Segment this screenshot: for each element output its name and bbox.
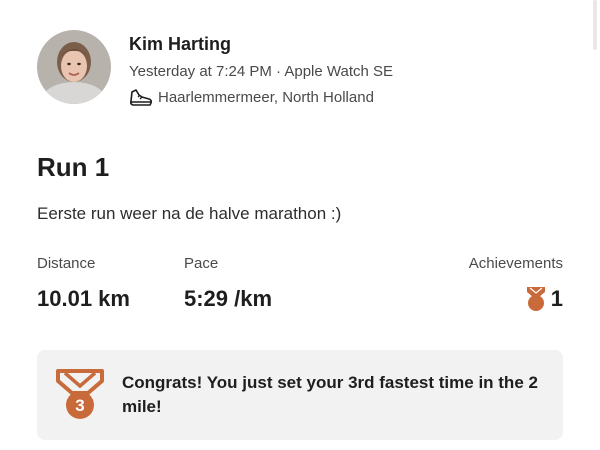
stat-achievements[interactable]: Achievements 1 <box>469 255 563 313</box>
stat-distance: Distance 10.01 km <box>37 255 130 313</box>
scrollbar[interactable] <box>593 0 597 50</box>
banner-message: Congrats! You just set your 3rd fastest … <box>122 373 538 416</box>
bronze-medal-icon <box>526 287 545 311</box>
achievements-value-row: 1 <box>469 285 563 313</box>
achievements-count: 1 <box>550 286 563 311</box>
avatar-photo-icon <box>37 30 111 104</box>
activity-description: Eerste run weer na de halve marathon :) <box>37 204 342 223</box>
location-text: Haarlemmermeer, North Holland <box>158 89 374 106</box>
distance-value: 10.01 km <box>37 286 130 311</box>
header-info: Kim Harting Yesterday at 7:24 PM · Apple… <box>129 32 393 108</box>
stat-pace: Pace 5:29 /km <box>184 255 272 313</box>
activity-location: Haarlemmermeer, North Holland <box>129 88 393 108</box>
avatar[interactable] <box>37 30 111 104</box>
bronze-medal-rank-icon: 3 <box>56 369 104 419</box>
pace-label: Pace <box>184 255 219 272</box>
activity-page: Kim Harting Yesterday at 7:24 PM · Apple… <box>0 0 600 450</box>
pace-value: 5:29 /km <box>184 286 273 311</box>
achievements-label: Achievements <box>468 255 563 272</box>
activity-title[interactable]: Run 1 <box>37 150 109 184</box>
achievement-banner[interactable]: 3 Congrats! You just set your 3rd fastes… <box>37 350 563 440</box>
activity-meta: Yesterday at 7:24 PM · Apple Watch SE <box>129 63 394 80</box>
activity-header: Kim Harting Yesterday at 7:24 PM · Apple… <box>37 30 393 108</box>
distance-label: Distance <box>37 255 96 272</box>
medal-rank-number: 3 <box>75 396 84 415</box>
athlete-name[interactable]: Kim Harting <box>129 32 393 56</box>
shoe-icon <box>129 89 153 106</box>
